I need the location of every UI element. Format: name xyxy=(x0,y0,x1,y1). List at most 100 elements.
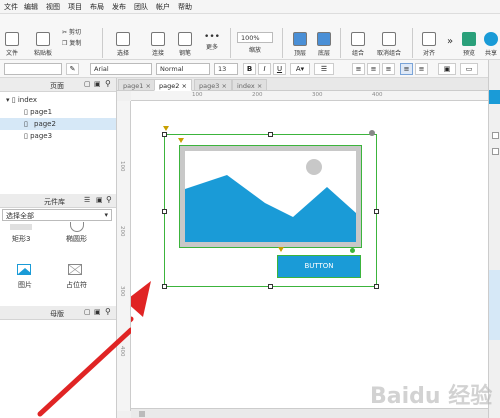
search-icon[interactable]: ⚲ xyxy=(105,307,111,316)
italic-button[interactable]: I xyxy=(258,63,271,75)
tab-page3[interactable]: page3 × xyxy=(194,79,232,91)
file-button[interactable]: 文件 xyxy=(3,32,21,57)
cut-button[interactable]: ✂ 剪切 xyxy=(62,27,92,36)
menu-project[interactable]: 项目 xyxy=(68,2,82,12)
resize-handle[interactable] xyxy=(162,284,167,289)
align-button[interactable]: 对齐 xyxy=(418,32,440,57)
page-tree-root[interactable]: ▾ ▯ index xyxy=(6,96,37,104)
widget-ellipse[interactable]: 椭圆形 xyxy=(66,234,87,244)
rotate-handle[interactable] xyxy=(369,130,375,136)
library-panel-title: 元件库 xyxy=(44,198,65,206)
more-button[interactable]: ••• 更多 xyxy=(200,32,224,51)
align-center-button[interactable]: ≡ xyxy=(367,63,380,75)
tab-index[interactable]: index × xyxy=(232,79,268,91)
ellipse-thumb xyxy=(70,222,84,232)
font-family-select[interactable]: Arial xyxy=(90,63,152,75)
font-size-select[interactable]: 13 xyxy=(214,63,238,75)
menu-publish[interactable]: 发布 xyxy=(112,2,126,12)
inspector-tab-active[interactable] xyxy=(489,90,500,104)
bold-button[interactable]: B xyxy=(243,63,256,75)
list-button[interactable]: ☰ xyxy=(314,63,334,75)
menu-file[interactable]: 文件 xyxy=(4,2,18,12)
zoom-label: 缩放 xyxy=(248,47,261,54)
valign-middle-button[interactable]: ≡ xyxy=(415,63,428,75)
connector-icon xyxy=(151,32,165,46)
font-style-select[interactable]: Normal xyxy=(156,63,210,75)
collapse-icon: ▾ xyxy=(6,96,10,104)
add-library-icon[interactable]: ▣ xyxy=(96,196,103,204)
scroll-thumb[interactable] xyxy=(139,411,145,417)
widget-placeholder[interactable]: 占位符 xyxy=(66,280,87,290)
bring-to-front-button[interactable]: 顶层 xyxy=(290,32,310,57)
front-icon xyxy=(293,32,307,46)
checkbox[interactable] xyxy=(492,148,499,155)
button-widget[interactable]: BUTTON xyxy=(277,255,361,278)
copy-button[interactable]: ❐ 复制 xyxy=(62,38,92,47)
page-item[interactable]: ▯ page3 xyxy=(24,132,52,140)
close-icon[interactable]: × xyxy=(145,82,150,90)
design-canvas[interactable]: BUTTON xyxy=(131,101,488,411)
menu-view[interactable]: 视图 xyxy=(46,2,60,12)
resize-handle[interactable] xyxy=(268,132,273,137)
zoom-select[interactable]: 100% xyxy=(237,32,273,43)
search-icon[interactable]: ⚲ xyxy=(106,195,112,204)
font-color-button[interactable]: A▾ xyxy=(290,63,310,75)
main-toolbar: 文件 粘贴板 ✂ 剪切 ❐ 复制 选择 连接 钢笔 ••• 更多 100% 缩放 … xyxy=(0,14,500,60)
menu-team[interactable]: 团队 xyxy=(134,2,148,12)
align-right-button[interactable]: ≡ xyxy=(382,63,395,75)
vertical-ruler: 100 200 300 400 xyxy=(117,101,131,411)
rotate-handle[interactable] xyxy=(350,248,355,253)
valign-top-button[interactable]: ≡ xyxy=(400,63,413,75)
image-widget[interactable] xyxy=(179,145,362,248)
add-page-icon[interactable]: ▢ xyxy=(84,80,91,88)
add-folder-icon[interactable]: ▣ xyxy=(94,308,101,316)
group-button[interactable]: 组合 xyxy=(348,32,368,57)
resize-handle[interactable] xyxy=(162,132,167,137)
select-tool[interactable]: 选择 xyxy=(110,32,136,57)
widget-style-select[interactable] xyxy=(4,63,62,75)
expand-toolbar-icon[interactable]: » xyxy=(444,36,456,47)
menu-help[interactable]: 帮助 xyxy=(178,2,192,12)
resize-handle[interactable] xyxy=(162,209,167,214)
pen-tool[interactable]: 钢笔 xyxy=(173,32,197,57)
widget-rectangle[interactable]: 矩形3 xyxy=(12,234,30,244)
share-icon xyxy=(484,32,498,46)
paste-button[interactable]: 粘贴板 xyxy=(30,32,56,57)
search-icon[interactable]: ⚲ xyxy=(105,79,111,88)
resize-handle[interactable] xyxy=(374,209,379,214)
close-icon[interactable]: × xyxy=(181,82,186,90)
ungroup-button[interactable]: 取消组合 xyxy=(372,32,406,57)
preview-button[interactable]: 预览 xyxy=(460,32,478,57)
share-button[interactable]: 共享 xyxy=(482,32,500,57)
page-icon: ▯ xyxy=(24,132,28,140)
tab-page2[interactable]: page2 × xyxy=(154,79,192,91)
close-icon[interactable]: × xyxy=(257,82,262,90)
style-editor-icon[interactable]: ✎ xyxy=(66,63,79,75)
menu-layout[interactable]: 布局 xyxy=(90,2,104,12)
menu-account[interactable]: 帐户 xyxy=(156,2,170,12)
connect-tool[interactable]: 连接 xyxy=(146,32,170,57)
resize-handle[interactable] xyxy=(268,284,273,289)
close-icon[interactable]: × xyxy=(221,82,226,90)
page-icon: ▯ xyxy=(24,108,28,116)
checkbox[interactable] xyxy=(492,132,499,139)
send-to-back-button[interactable]: 底层 xyxy=(314,32,334,57)
align-left-button[interactable]: ≡ xyxy=(352,63,365,75)
widget-image[interactable]: 图片 xyxy=(18,280,32,290)
underline-button[interactable]: U xyxy=(273,63,286,75)
border-color-button[interactable]: ▭ xyxy=(460,63,478,75)
menu-edit[interactable]: 编辑 xyxy=(24,2,38,12)
add-folder-icon[interactable]: ▣ xyxy=(94,80,101,88)
fill-color-button[interactable]: ▣ xyxy=(438,63,456,75)
page-item-selected[interactable]: ▯ page2 xyxy=(0,118,116,130)
menu-icon[interactable]: ☰ xyxy=(84,196,90,204)
add-master-icon[interactable]: ▢ xyxy=(84,308,91,316)
masters-panel-header: 母版 ▢ ▣ ⚲ xyxy=(0,306,116,320)
select-icon xyxy=(116,32,130,46)
resize-handle[interactable] xyxy=(374,284,379,289)
page-item[interactable]: ▯ page1 xyxy=(24,108,52,116)
file-icon xyxy=(5,32,19,46)
library-select[interactable]: 选择全部 ▾ xyxy=(2,209,112,221)
tab-page1[interactable]: page1 × xyxy=(118,79,156,91)
chevron-down-icon: ▾ xyxy=(104,211,108,219)
